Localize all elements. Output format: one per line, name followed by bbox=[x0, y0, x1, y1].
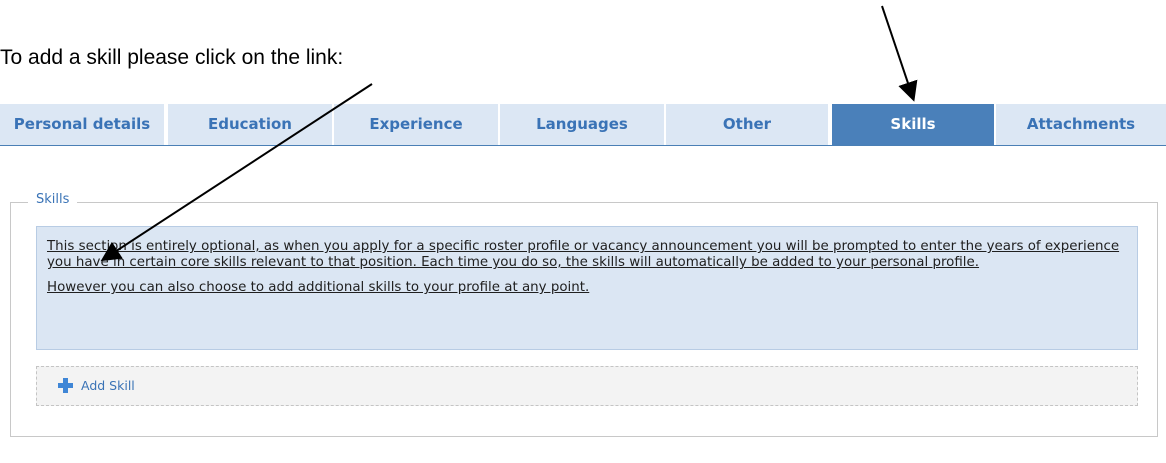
add-skill-bar: Add Skill bbox=[36, 366, 1138, 406]
tab-skills[interactable]: Skills bbox=[832, 104, 994, 145]
add-skill-link[interactable]: Add Skill bbox=[81, 378, 135, 393]
instruction-text: To add a skill please click on the link: bbox=[0, 46, 344, 69]
profile-tabs: Personal details Education Experience La… bbox=[0, 104, 1166, 146]
plus-icon[interactable] bbox=[58, 378, 73, 393]
tab-languages[interactable]: Languages bbox=[500, 104, 664, 145]
info-paragraph-1: This section is entirely optional, as wh… bbox=[47, 239, 1120, 270]
arrow-to-skills-tab bbox=[881, 5, 918, 102]
skills-info-box: This section is entirely optional, as wh… bbox=[36, 226, 1138, 350]
skills-legend: Skills bbox=[28, 192, 78, 207]
tab-other[interactable]: Other bbox=[666, 104, 828, 145]
tab-education[interactable]: Education bbox=[168, 104, 332, 145]
info-paragraph-2: However you can also choose to add addit… bbox=[47, 280, 590, 295]
tab-personal-details[interactable]: Personal details bbox=[0, 104, 164, 145]
tab-experience[interactable]: Experience bbox=[334, 104, 498, 145]
tab-attachments[interactable]: Attachments bbox=[996, 104, 1166, 145]
